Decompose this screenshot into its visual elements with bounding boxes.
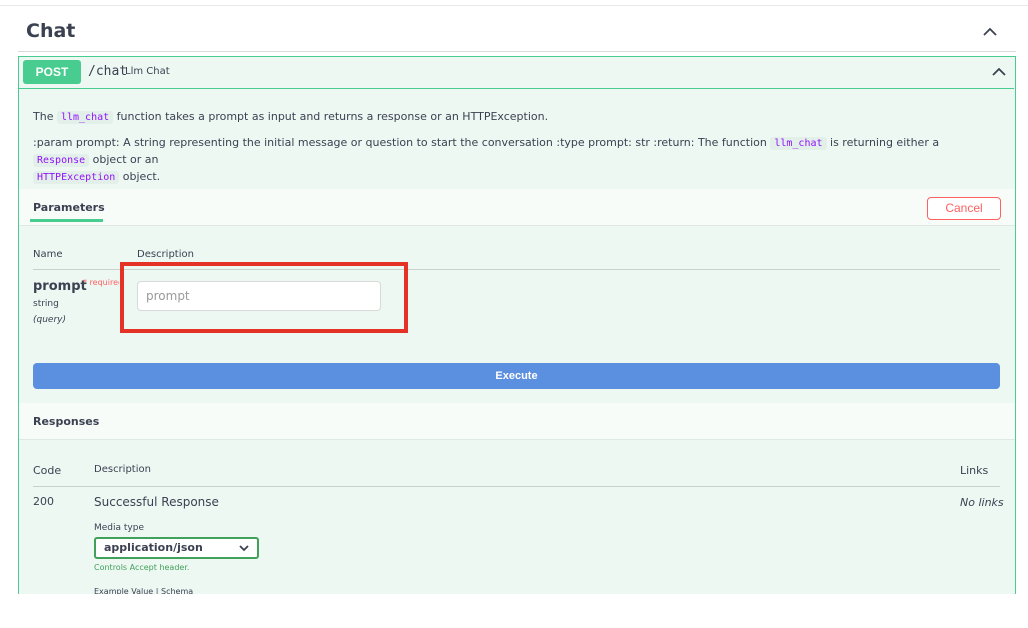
tab-parameters[interactable]: Parameters — [33, 201, 105, 214]
response-code: 200 — [33, 495, 54, 508]
operation-summary-text: Llm Chat — [125, 66, 170, 77]
parameters-header — [19, 189, 1015, 226]
column-header-links: Links — [960, 464, 989, 477]
cancel-button[interactable]: Cancel — [927, 197, 1001, 220]
param-required: * required — [83, 278, 119, 287]
column-divider — [33, 486, 1000, 487]
top-divider — [0, 5, 1028, 6]
media-type-select[interactable]: application/json — [94, 537, 259, 559]
param-location: (query) — [33, 315, 67, 325]
inline-code: Response — [33, 154, 90, 167]
operation-path: /chat — [88, 64, 128, 79]
media-type-label: Media type — [94, 523, 144, 533]
param-name: prompt — [33, 279, 87, 294]
tag-title[interactable]: Chat — [26, 20, 75, 42]
column-header-code: Code — [33, 464, 62, 477]
column-header-description: Description — [94, 464, 151, 475]
param-type: string — [33, 299, 59, 309]
method-badge: POST — [23, 60, 81, 84]
responses-title: Responses — [33, 415, 100, 428]
highlight-box — [120, 262, 408, 333]
responses-header — [19, 403, 1015, 440]
execute-button[interactable]: Execute — [33, 363, 1000, 389]
tab-underline — [30, 219, 103, 222]
response-links: No links — [960, 496, 1004, 509]
inline-code: llm_chat — [56, 111, 114, 124]
tag-separator — [18, 51, 1016, 52]
chevron-down-icon — [239, 545, 249, 552]
column-header-name: Name — [33, 249, 63, 260]
chevron-up-icon[interactable] — [980, 22, 1000, 42]
inline-code: HTTPException — [33, 171, 120, 184]
operation-description-line1: The llm_chat function takes a prompt as … — [33, 110, 549, 124]
controls-accept-text: Controls Accept header. — [94, 563, 190, 572]
operation-description-line2: :param prompt: A string representing the… — [33, 136, 940, 184]
column-header-description: Description — [137, 249, 194, 260]
response-description: Successful Response — [94, 495, 219, 509]
chevron-up-icon[interactable] — [990, 63, 1008, 81]
inline-code: llm_chat — [770, 137, 827, 150]
bottom-fade — [0, 594, 1028, 628]
